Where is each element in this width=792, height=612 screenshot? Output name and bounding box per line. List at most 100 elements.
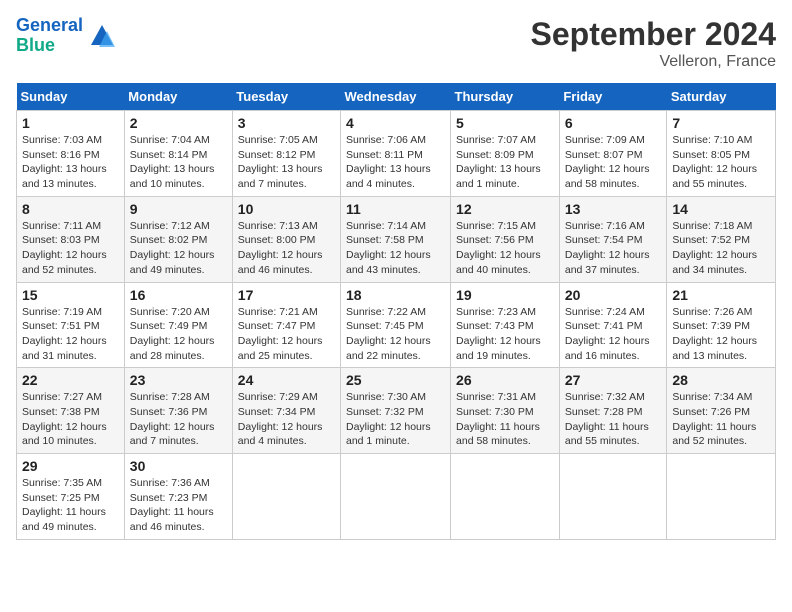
calendar-cell: 23 Sunrise: 7:28 AM Sunset: 7:36 PM Dayli… [124, 368, 232, 454]
day-number: 19 [456, 287, 554, 303]
calendar-cell: 14 Sunrise: 7:18 AM Sunset: 7:52 PM Dayli… [667, 196, 776, 282]
calendar-cell: 16 Sunrise: 7:20 AM Sunset: 7:49 PM Dayli… [124, 282, 232, 368]
day-number: 21 [672, 287, 770, 303]
calendar-cell: 4 Sunrise: 7:06 AM Sunset: 8:11 PM Daylig… [341, 111, 451, 197]
day-header-monday: Monday [124, 83, 232, 111]
day-number: 10 [238, 201, 335, 217]
calendar-cell: 10Sunrise: 7:13 AM Sunset: 8:00 PM Dayli… [232, 196, 340, 282]
day-info: Sunrise: 7:06 AM Sunset: 8:11 PM Dayligh… [346, 133, 445, 192]
calendar-cell: 26 Sunrise: 7:31 AM Sunset: 7:30 PM Dayli… [451, 368, 560, 454]
day-header-saturday: Saturday [667, 83, 776, 111]
calendar-cell: 5 Sunrise: 7:07 AM Sunset: 8:09 PM Daylig… [451, 111, 560, 197]
calendar-cell: 15 Sunrise: 7:19 AM Sunset: 7:51 PM Dayli… [17, 282, 125, 368]
calendar-cell: 18Sunrise: 7:22 AM Sunset: 7:45 PM Dayli… [341, 282, 451, 368]
day-info: Sunrise: 7:26 AM Sunset: 7:39 PM Dayligh… [672, 305, 770, 364]
day-info: Sunrise: 7:20 AM Sunset: 7:49 PM Dayligh… [130, 305, 227, 364]
calendar-cell: 2 Sunrise: 7:04 AM Sunset: 8:14 PM Daylig… [124, 111, 232, 197]
day-number: 29 [22, 458, 119, 474]
day-number: 4 [346, 115, 445, 131]
calendar-cell [667, 454, 776, 540]
day-number: 15 [22, 287, 119, 303]
calendar-cell: 29 Sunrise: 7:35 AM Sunset: 7:25 PM Dayli… [17, 454, 125, 540]
calendar-cell: 21 Sunrise: 7:26 AM Sunset: 7:39 PM Dayli… [667, 282, 776, 368]
day-header-thursday: Thursday [451, 83, 560, 111]
day-info: Sunrise: 7:11 AM Sunset: 8:03 PM Dayligh… [22, 219, 119, 278]
day-number: 3 [238, 115, 335, 131]
day-number: 30 [130, 458, 227, 474]
calendar-cell: 7 Sunrise: 7:10 AM Sunset: 8:05 PM Daylig… [667, 111, 776, 197]
day-number: 8 [22, 201, 119, 217]
day-info: Sunrise: 7:34 AM Sunset: 7:26 PM Dayligh… [672, 390, 770, 449]
calendar-cell: 17Sunrise: 7:21 AM Sunset: 7:47 PM Dayli… [232, 282, 340, 368]
day-number: 7 [672, 115, 770, 131]
day-header-sunday: Sunday [17, 83, 125, 111]
calendar-table: SundayMondayTuesdayWednesdayThursdayFrid… [16, 83, 776, 540]
day-number: 2 [130, 115, 227, 131]
calendar-week-row: 1Sunrise: 7:03 AM Sunset: 8:16 PM Daylig… [17, 111, 776, 197]
calendar-cell [559, 454, 667, 540]
calendar-body: 1Sunrise: 7:03 AM Sunset: 8:16 PM Daylig… [17, 111, 776, 540]
day-info: Sunrise: 7:27 AM Sunset: 7:38 PM Dayligh… [22, 390, 119, 449]
day-info: Sunrise: 7:31 AM Sunset: 7:30 PM Dayligh… [456, 390, 554, 449]
day-number: 14 [672, 201, 770, 217]
day-info: Sunrise: 7:12 AM Sunset: 8:02 PM Dayligh… [130, 219, 227, 278]
day-info: Sunrise: 7:22 AM Sunset: 7:45 PM Dayligh… [346, 305, 445, 364]
calendar-cell: 28 Sunrise: 7:34 AM Sunset: 7:26 PM Dayli… [667, 368, 776, 454]
day-number: 23 [130, 372, 227, 388]
day-info: Sunrise: 7:15 AM Sunset: 7:56 PM Dayligh… [456, 219, 554, 278]
day-info: Sunrise: 7:29 AM Sunset: 7:34 PM Dayligh… [238, 390, 335, 449]
day-number: 1 [22, 115, 119, 131]
calendar-week-row: 22 Sunrise: 7:27 AM Sunset: 7:38 PM Dayli… [17, 368, 776, 454]
day-number: 22 [22, 372, 119, 388]
day-info: Sunrise: 7:24 AM Sunset: 7:41 PM Dayligh… [565, 305, 662, 364]
day-number: 24 [238, 372, 335, 388]
day-info: Sunrise: 7:23 AM Sunset: 7:43 PM Dayligh… [456, 305, 554, 364]
day-number: 9 [130, 201, 227, 217]
day-info: Sunrise: 7:21 AM Sunset: 7:47 PM Dayligh… [238, 305, 335, 364]
calendar-cell: 22 Sunrise: 7:27 AM Sunset: 7:38 PM Dayli… [17, 368, 125, 454]
day-number: 5 [456, 115, 554, 131]
day-number: 11 [346, 201, 445, 217]
day-info: Sunrise: 7:07 AM Sunset: 8:09 PM Dayligh… [456, 133, 554, 192]
day-number: 6 [565, 115, 662, 131]
day-info: Sunrise: 7:28 AM Sunset: 7:36 PM Dayligh… [130, 390, 227, 449]
day-number: 25 [346, 372, 445, 388]
logo: GeneralBlue [16, 16, 117, 56]
calendar-cell [341, 454, 451, 540]
day-info: Sunrise: 7:10 AM Sunset: 8:05 PM Dayligh… [672, 133, 770, 192]
day-info: Sunrise: 7:16 AM Sunset: 7:54 PM Dayligh… [565, 219, 662, 278]
day-info: Sunrise: 7:35 AM Sunset: 7:25 PM Dayligh… [22, 476, 119, 535]
day-number: 27 [565, 372, 662, 388]
logo-icon [87, 21, 117, 51]
calendar-week-row: 15 Sunrise: 7:19 AM Sunset: 7:51 PM Dayli… [17, 282, 776, 368]
calendar-cell: 30Sunrise: 7:36 AM Sunset: 7:23 PM Dayli… [124, 454, 232, 540]
day-number: 28 [672, 372, 770, 388]
day-number: 26 [456, 372, 554, 388]
calendar-cell: 20 Sunrise: 7:24 AM Sunset: 7:41 PM Dayli… [559, 282, 667, 368]
calendar-cell: 27 Sunrise: 7:32 AM Sunset: 7:28 PM Dayli… [559, 368, 667, 454]
day-info: Sunrise: 7:04 AM Sunset: 8:14 PM Dayligh… [130, 133, 227, 192]
day-info: Sunrise: 7:30 AM Sunset: 7:32 PM Dayligh… [346, 390, 445, 449]
month-title: September 2024 [531, 16, 776, 53]
title-block: September 2024 Velleron, France [531, 16, 776, 71]
day-info: Sunrise: 7:19 AM Sunset: 7:51 PM Dayligh… [22, 305, 119, 364]
calendar-cell [451, 454, 560, 540]
day-info: Sunrise: 7:32 AM Sunset: 7:28 PM Dayligh… [565, 390, 662, 449]
day-number: 13 [565, 201, 662, 217]
day-header-wednesday: Wednesday [341, 83, 451, 111]
day-number: 16 [130, 287, 227, 303]
calendar-cell: 8 Sunrise: 7:11 AM Sunset: 8:03 PM Daylig… [17, 196, 125, 282]
day-info: Sunrise: 7:18 AM Sunset: 7:52 PM Dayligh… [672, 219, 770, 278]
day-number: 20 [565, 287, 662, 303]
calendar-cell: 13 Sunrise: 7:16 AM Sunset: 7:54 PM Dayli… [559, 196, 667, 282]
calendar-cell: 25 Sunrise: 7:30 AM Sunset: 7:32 PM Dayli… [341, 368, 451, 454]
calendar-cell: 9 Sunrise: 7:12 AM Sunset: 8:02 PM Daylig… [124, 196, 232, 282]
calendar-cell: 19 Sunrise: 7:23 AM Sunset: 7:43 PM Dayli… [451, 282, 560, 368]
calendar-cell: 1Sunrise: 7:03 AM Sunset: 8:16 PM Daylig… [17, 111, 125, 197]
logo-text: GeneralBlue [16, 16, 83, 56]
calendar-week-row: 29 Sunrise: 7:35 AM Sunset: 7:25 PM Dayli… [17, 454, 776, 540]
day-info: Sunrise: 7:14 AM Sunset: 7:58 PM Dayligh… [346, 219, 445, 278]
calendar-cell: 6Sunrise: 7:09 AM Sunset: 8:07 PM Daylig… [559, 111, 667, 197]
day-header-friday: Friday [559, 83, 667, 111]
calendar-cell: 3Sunrise: 7:05 AM Sunset: 8:12 PM Daylig… [232, 111, 340, 197]
